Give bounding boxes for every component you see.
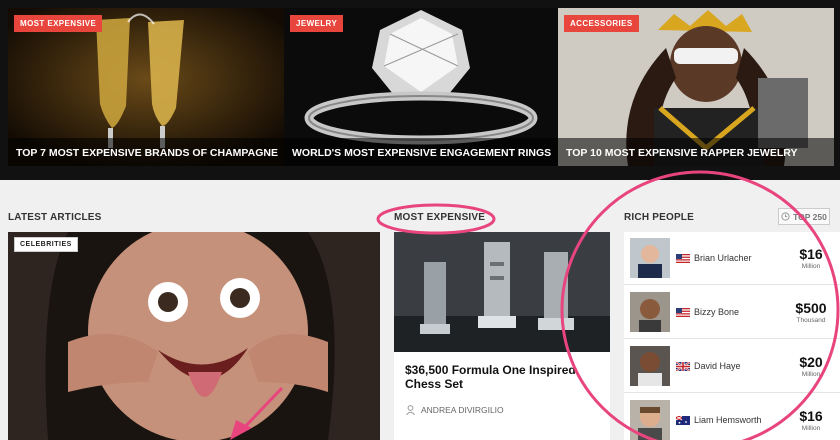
person-name: David Haye	[694, 361, 741, 371]
top-250-label: TOP 250	[793, 211, 827, 222]
person-name: Brian Urlacher	[694, 253, 752, 263]
featured-champagne[interactable]: MOST EXPENSIVE TOP 7 MOST EXPENSIVE BRAN…	[8, 8, 284, 166]
rich-person-row[interactable]: David Haye $20 Million	[624, 340, 840, 393]
us-flag-icon	[676, 254, 690, 263]
user-icon	[406, 405, 415, 415]
featured-caption[interactable]: TOP 10 MOST EXPENSIVE RAPPER JEWELRY	[558, 138, 834, 166]
avatar	[630, 238, 670, 278]
clock-icon	[781, 212, 790, 221]
featured-rings[interactable]: JEWELRY WORLD'S MOST EXPENSIVE ENGAGEMEN…	[284, 8, 558, 166]
avatar	[630, 346, 670, 386]
top-250-button[interactable]: TOP 250	[778, 208, 830, 225]
person-name: Bizzy Bone	[694, 307, 740, 317]
article-title[interactable]: $36,500 Formula One Inspired Chess Set	[405, 363, 605, 391]
latest-article-image[interactable]: CELEBRITIES	[8, 232, 380, 440]
us-flag-icon	[676, 308, 690, 317]
rich-person-row[interactable]: Bizzy Bone $500 Thousand	[624, 286, 840, 339]
avatar	[630, 400, 670, 440]
net-worth-unit: Million	[801, 263, 821, 270]
net-worth: $16	[799, 246, 823, 262]
author-line[interactable]: ANDREA DIVIRGILIO	[406, 405, 504, 415]
category-badge[interactable]: ACCESSORIES	[564, 15, 639, 32]
featured-strip: MOST EXPENSIVE TOP 7 MOST EXPENSIVE BRAN…	[0, 0, 840, 180]
person-name: Liam Hemsworth	[694, 415, 762, 425]
net-worth-unit: Million	[801, 371, 821, 378]
featured-caption[interactable]: TOP 7 MOST EXPENSIVE BRANDS OF CHAMPAGNE	[8, 138, 284, 166]
net-worth: $500	[795, 300, 827, 316]
category-badge[interactable]: MOST EXPENSIVE	[14, 15, 103, 32]
featured-caption[interactable]: WORLD'S MOST EXPENSIVE ENGAGEMENT RINGS	[284, 138, 558, 166]
avatar	[630, 292, 670, 332]
au-flag-icon	[676, 416, 690, 425]
chess-photo	[394, 232, 610, 352]
net-worth-unit: Million	[801, 425, 821, 432]
net-worth: $20	[799, 354, 823, 370]
latest-photo	[8, 232, 380, 440]
section-heading-latest: LATEST ARTICLES	[8, 212, 102, 223]
most-expensive-card: $36,500 Formula One Inspired Chess Set A…	[394, 232, 610, 440]
uk-flag-icon	[676, 362, 690, 371]
rich-person-row[interactable]: Brian Urlacher $16 Million	[624, 232, 840, 285]
celebrities-tag[interactable]: CELEBRITIES	[14, 237, 78, 252]
author-name: ANDREA DIVIRGILIO	[421, 405, 504, 415]
chess-set-image[interactable]	[394, 232, 610, 352]
rich-person-row[interactable]: Liam Hemsworth $16 Million	[624, 394, 840, 440]
section-heading-rich-people: RICH PEOPLE	[624, 212, 694, 223]
net-worth: $16	[799, 408, 823, 424]
net-worth-unit: Thousand	[796, 317, 826, 324]
featured-rapper-jewelry[interactable]: ACCESSORIES TOP 10 MOST EXPENSIVE RAPPER…	[558, 8, 834, 166]
section-heading-most-expensive: MOST EXPENSIVE	[394, 212, 486, 223]
category-badge[interactable]: JEWELRY	[290, 15, 344, 32]
rich-people-list: Brian Urlacher $16 Million Bizzy Bone $5…	[624, 232, 840, 440]
